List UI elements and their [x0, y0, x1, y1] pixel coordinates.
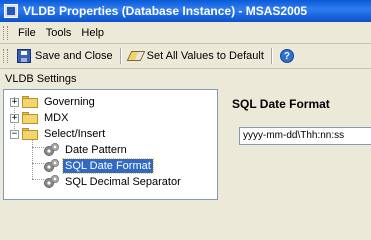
toolbar: Save and Close Set All Values to Default…: [0, 44, 371, 69]
set-all-default-label: Set All Values to Default: [146, 50, 264, 62]
sql-date-format-input[interactable]: yyyy-mm-dd\Thh:nn:ss: [239, 127, 371, 145]
tree-node-label: Select/Insert: [44, 128, 106, 140]
set-all-default-button[interactable]: Set All Values to Default: [125, 48, 268, 64]
tree-node-label: Date Pattern: [65, 144, 127, 156]
gears-icon: [44, 175, 60, 189]
tree-node-sql-date-format[interactable]: SQL Date Format: [44, 158, 154, 174]
tree-node-label: Governing: [44, 96, 95, 108]
toolbar-separator: [119, 48, 122, 64]
tree-node-date-pattern[interactable]: Date Pattern: [44, 142, 129, 158]
collapse-icon[interactable]: −: [10, 129, 19, 139]
title-bar: VLDB Properties (Database Instance) - MS…: [0, 0, 371, 22]
tree-node-label: MDX: [44, 112, 69, 124]
tree-node-mdx[interactable]: + MDX: [10, 110, 70, 126]
tree-line: [32, 147, 44, 148]
open-folder-icon: [22, 128, 38, 140]
settings-tree[interactable]: + Governing + MDX − Select/Insert Date P…: [3, 89, 218, 200]
gears-icon: [44, 159, 60, 173]
toolbar-grip: [3, 49, 8, 63]
menu-file[interactable]: File: [13, 25, 41, 41]
tree-node-label: SQL Decimal Separator: [65, 176, 181, 188]
save-and-close-label: Save and Close: [35, 50, 113, 62]
property-title: SQL Date Format: [232, 97, 330, 111]
vldb-settings-label: VLDB Settings: [5, 73, 77, 85]
help-button[interactable]: ?: [276, 47, 298, 65]
tree-node-sql-decimal-separator[interactable]: SQL Decimal Separator: [44, 174, 183, 190]
help-icon: ?: [279, 49, 294, 63]
save-icon: [17, 49, 31, 63]
menu-tools[interactable]: Tools: [41, 25, 77, 41]
menu-bar: File Tools Help: [0, 22, 371, 44]
tree-line: [32, 139, 33, 179]
save-and-close-button[interactable]: Save and Close: [13, 47, 117, 65]
tree-node-label: SQL Date Format: [62, 158, 154, 174]
tree-node-select-insert[interactable]: − Select/Insert: [10, 126, 107, 142]
folder-icon: [22, 96, 38, 108]
tree-line: [32, 179, 44, 180]
expand-icon[interactable]: +: [10, 97, 19, 107]
folder-icon: [22, 112, 38, 124]
tree-line: [32, 163, 44, 164]
expand-icon[interactable]: +: [10, 113, 19, 123]
toolbar-separator: [270, 48, 273, 64]
app-icon: [4, 4, 18, 18]
menu-help[interactable]: Help: [76, 25, 109, 41]
menubar-grip: [3, 25, 8, 40]
tree-node-governing[interactable]: + Governing: [10, 94, 97, 110]
gears-icon: [44, 143, 60, 157]
eraser-icon: [126, 51, 146, 61]
window-title: VLDB Properties (Database Instance) - MS…: [23, 4, 308, 18]
property-panel: SQL Date Format yyyy-mm-dd\Thh:nn:ss: [221, 89, 371, 200]
